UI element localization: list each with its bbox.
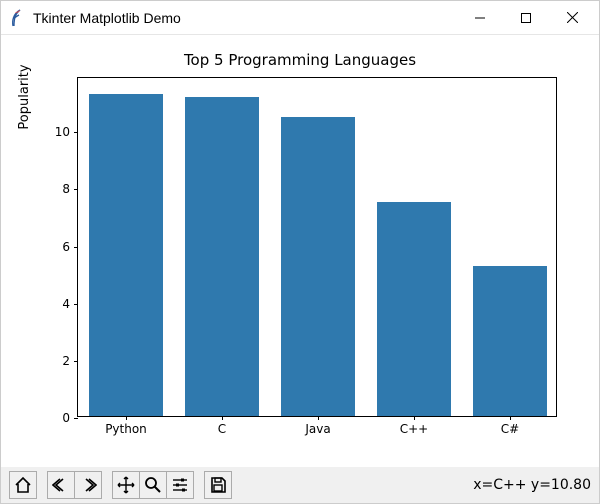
chart-canvas[interactable]: Top 5 Programming Languages Popularity 0…: [1, 35, 599, 467]
bar: [281, 117, 356, 416]
x-tick-label: C#: [501, 422, 519, 436]
save-button[interactable]: [204, 471, 232, 499]
x-tick-label: Python: [105, 422, 147, 436]
bar: [377, 202, 452, 416]
forward-button[interactable]: [74, 471, 102, 499]
bar: [185, 97, 260, 416]
chart-title: Top 5 Programming Languages: [1, 51, 599, 69]
minimize-button[interactable]: [457, 3, 503, 33]
zoom-button[interactable]: [139, 471, 167, 499]
x-tick-label: Java: [305, 422, 330, 436]
back-button[interactable]: [47, 471, 75, 499]
plot-area: 0246810PythonCJavaC++C#: [77, 77, 557, 417]
pan-button[interactable]: [112, 471, 140, 499]
maximize-button[interactable]: [503, 3, 549, 33]
window-title: Tkinter Matplotlib Demo: [33, 10, 181, 26]
bar: [473, 266, 548, 416]
nav-toolbar: x=C++ y=10.80: [1, 467, 599, 503]
y-axis-label: Popularity: [17, 0, 37, 267]
configure-button[interactable]: [166, 471, 194, 499]
cursor-coord-readout: x=C++ y=10.80: [473, 477, 591, 493]
bar: [89, 94, 164, 416]
x-tick-label: C++: [400, 422, 429, 436]
close-button[interactable]: [549, 3, 595, 33]
window-titlebar: Tkinter Matplotlib Demo: [1, 1, 599, 35]
home-button[interactable]: [9, 471, 37, 499]
x-tick-label: C: [218, 422, 226, 436]
